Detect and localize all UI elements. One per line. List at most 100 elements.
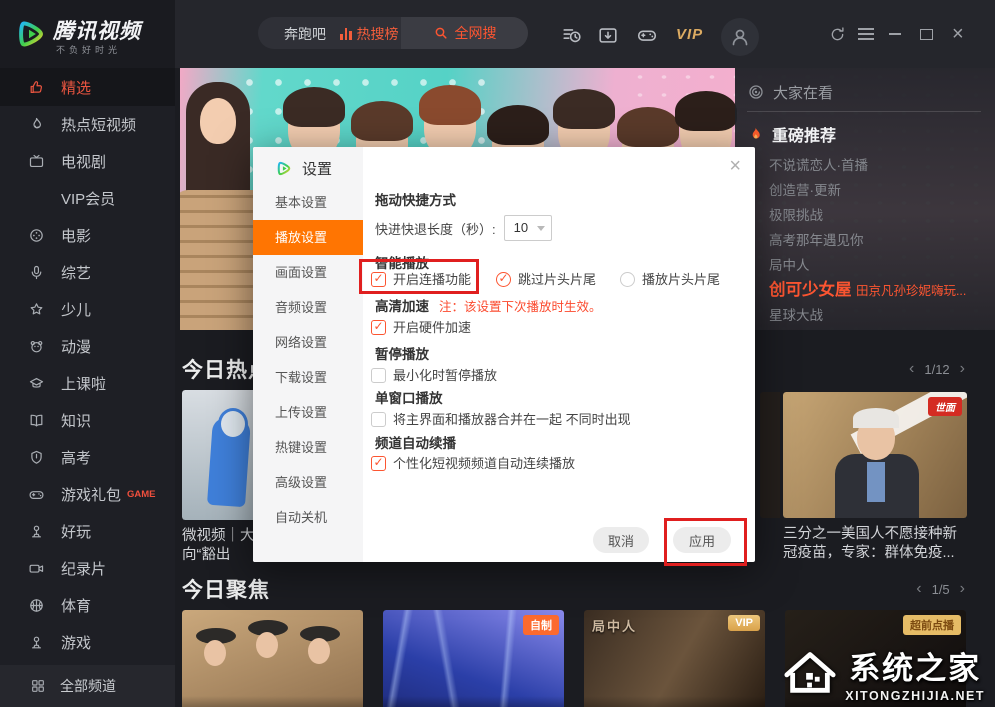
sidebar-item-vip-member[interactable]: VIP会员 bbox=[0, 180, 175, 217]
sidebar-label: 精选 bbox=[61, 77, 91, 98]
maximize-button[interactable] bbox=[920, 0, 933, 68]
hot-card-right[interactable]: 世面 bbox=[783, 392, 967, 518]
hw-accel-checkbox[interactable]: 开启硬件加速 bbox=[371, 317, 471, 336]
vip-button[interactable]: VIP bbox=[676, 26, 703, 43]
seek-length-dropdown[interactable]: 10 bbox=[504, 215, 552, 241]
sidebar-label: VIP会员 bbox=[61, 188, 115, 209]
skip-credits-radio[interactable]: 跳过片头片尾 bbox=[496, 269, 596, 288]
search-keyword[interactable]: 奔跑吧 bbox=[284, 24, 326, 44]
minimize-button[interactable] bbox=[889, 0, 901, 68]
featured-recommendation[interactable]: 重磅推荐 bbox=[747, 121, 981, 147]
sidebar-label: 高考 bbox=[61, 447, 91, 468]
gamepad-icon bbox=[28, 486, 45, 503]
sidebar-label: 电影 bbox=[61, 225, 91, 246]
sidebar-item-games[interactable]: 游戏 bbox=[0, 624, 175, 661]
autoplay-checkbox[interactable]: 开启连播功能 bbox=[371, 272, 471, 287]
tab-auto-shutdown[interactable]: 自动关机 bbox=[253, 500, 363, 535]
advance-viewing-badge: 超前点播 bbox=[903, 615, 961, 635]
sidebar-label: 好玩 bbox=[61, 521, 91, 542]
featured-label: 重磅推荐 bbox=[772, 122, 836, 146]
minimize-pause-label: 最小化时暂停播放 bbox=[393, 368, 497, 383]
app-logo[interactable]: 腾讯视频 不负好时光 bbox=[0, 0, 175, 68]
sidebar-item-hot-shorts[interactable]: 热点短视频 bbox=[0, 106, 175, 143]
watching-item[interactable]: 高考那年遇见你 bbox=[747, 228, 981, 253]
cancel-button[interactable]: 取消 bbox=[593, 527, 649, 553]
caption-text: 三分之一美国人不愿接种新冠疫苗，专家：群体免疫... bbox=[783, 526, 957, 561]
watching-item-highlighted[interactable]: 创可少女屋 田京凡孙珍妮嗨玩... bbox=[747, 278, 981, 303]
history-icon[interactable] bbox=[561, 24, 583, 46]
minimize-pause-checkbox[interactable]: 最小化时暂停播放 bbox=[371, 365, 497, 384]
focus-card[interactable]: 自制 2020-06-21 期 bbox=[383, 610, 564, 707]
sidebar-item-game-pack[interactable]: 游戏礼包 GAME bbox=[0, 476, 175, 513]
sidebar-item-documentary[interactable]: 纪录片 bbox=[0, 550, 175, 587]
tab-playback-settings[interactable]: 播放设置 bbox=[253, 220, 363, 255]
tab-audio-settings[interactable]: 音频设置 bbox=[253, 290, 363, 325]
everyone-watching-panel: 大家在看 重磅推荐 不说谎恋人·首播 创造营·更新 极限挑战 高考那年遇见你 局… bbox=[735, 68, 995, 330]
tab-picture-settings[interactable]: 画面设置 bbox=[253, 255, 363, 290]
tab-network-settings[interactable]: 网络设置 bbox=[253, 325, 363, 360]
next-icon[interactable]: › bbox=[960, 580, 965, 598]
personalized-autoplay-checkbox[interactable]: 个性化短视频频道自动连续播放 bbox=[371, 453, 575, 472]
sidebar-item-anime[interactable]: 动漫 bbox=[0, 328, 175, 365]
checkbox-icon bbox=[371, 412, 386, 427]
watching-item[interactable]: 不说谎恋人·首播 bbox=[747, 153, 981, 178]
grid-icon bbox=[30, 678, 46, 694]
sidebar: 精选 热点短视频 电视剧 VIP会员 电影 综艺 少儿 动漫 bbox=[0, 68, 175, 707]
sidebar-item-movies[interactable]: 电影 bbox=[0, 217, 175, 254]
search-bar[interactable]: 奔跑吧 热搜榜 全网搜 bbox=[258, 17, 528, 49]
hot-rank-button[interactable]: 热搜榜 bbox=[340, 24, 399, 44]
tencent-video-logo-icon bbox=[14, 16, 50, 52]
global-search-label: 全网搜 bbox=[455, 23, 497, 43]
sidebar-label: 热点短视频 bbox=[61, 114, 136, 135]
microphone-icon bbox=[28, 264, 45, 281]
sidebar-item-class[interactable]: 上课啦 bbox=[0, 365, 175, 402]
hd-header-label: 高清加速 bbox=[375, 299, 429, 314]
hot-card-caption[interactable]: 三分之一美国人不愿接种新冠疫苗，专家：群体免疫... bbox=[783, 525, 969, 563]
sidebar-item-tv-series[interactable]: 电视剧 bbox=[0, 143, 175, 180]
all-channels-button[interactable]: 全部频道 bbox=[0, 665, 175, 707]
sidebar-item-knowledge[interactable]: 知识 bbox=[0, 402, 175, 439]
game-badge: GAME bbox=[127, 489, 156, 500]
watching-item[interactable]: 局中人 bbox=[747, 253, 981, 278]
graduation-cap-icon bbox=[28, 375, 45, 392]
close-icon[interactable]: × bbox=[952, 0, 964, 68]
tab-advanced-settings[interactable]: 高级设置 bbox=[253, 465, 363, 500]
focus-card[interactable]: 局中人 VIP 更新至12集 bbox=[584, 610, 765, 707]
flame-icon bbox=[28, 116, 45, 133]
prev-icon[interactable]: ‹ bbox=[916, 580, 921, 598]
tab-download-settings[interactable]: 下载设置 bbox=[253, 360, 363, 395]
video-camera-icon bbox=[28, 560, 45, 577]
focus-card[interactable]: 2020-06-28 期 bbox=[182, 610, 363, 707]
seek-length-value: 10 bbox=[514, 220, 528, 235]
sidebar-item-featured[interactable]: 精选 bbox=[0, 68, 175, 106]
avatar[interactable] bbox=[721, 18, 759, 56]
watching-item[interactable]: 创造营·更新 bbox=[747, 178, 981, 203]
game-center-icon[interactable] bbox=[636, 24, 658, 46]
global-search-button[interactable]: 全网搜 bbox=[401, 17, 528, 49]
sidebar-item-fun[interactable]: 好玩 bbox=[0, 513, 175, 550]
tab-upload-settings[interactable]: 上传设置 bbox=[253, 395, 363, 430]
radio-icon bbox=[620, 272, 635, 287]
prev-icon[interactable]: ‹ bbox=[909, 360, 914, 378]
play-credits-radio[interactable]: 播放片头片尾 bbox=[620, 269, 720, 288]
dialog-close-icon[interactable]: × bbox=[729, 155, 741, 178]
banner-person bbox=[180, 82, 264, 330]
tab-basic-settings[interactable]: 基本设置 bbox=[253, 185, 363, 220]
focus-card-thumbnail: 自制 2020-06-21 期 bbox=[383, 610, 564, 707]
sidebar-item-gaokao[interactable]: 高考 bbox=[0, 439, 175, 476]
next-icon[interactable]: › bbox=[960, 360, 965, 378]
watching-item[interactable]: 极限挑战 bbox=[747, 203, 981, 228]
tab-hotkey-settings[interactable]: 热键设置 bbox=[253, 430, 363, 465]
self-made-badge: 自制 bbox=[523, 615, 559, 635]
merge-window-checkbox[interactable]: 将主界面和播放器合并在一起 不同时出现 bbox=[371, 409, 631, 428]
apply-button[interactable]: 应用 bbox=[673, 527, 731, 553]
watching-item[interactable]: 星球大战 bbox=[747, 303, 981, 328]
sidebar-item-kids[interactable]: 少儿 bbox=[0, 291, 175, 328]
refresh-button[interactable] bbox=[828, 0, 847, 68]
dialog-title: 设置 bbox=[302, 158, 332, 179]
sidebar-item-variety[interactable]: 综艺 bbox=[0, 254, 175, 291]
main-menu-icon[interactable] bbox=[858, 0, 874, 68]
download-icon[interactable] bbox=[597, 24, 619, 46]
personalized-autoplay-label: 个性化短视频频道自动连续播放 bbox=[393, 456, 575, 471]
sidebar-item-sports[interactable]: 体育 bbox=[0, 587, 175, 624]
